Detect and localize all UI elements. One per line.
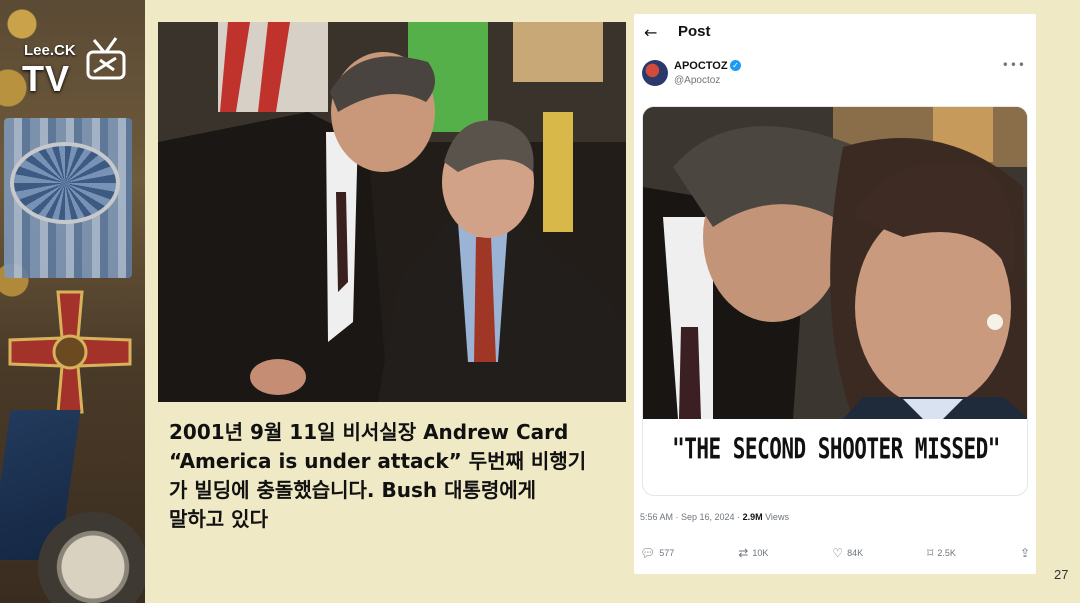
caption-line: 2001년 9월 11일 비서실장 Andrew Card xyxy=(169,420,569,444)
avatar[interactable] xyxy=(642,60,668,86)
display-name[interactable]: APOCTOZ xyxy=(674,60,728,72)
share-icon: ⇪ xyxy=(1019,546,1030,560)
back-arrow-icon[interactable]: ← xyxy=(644,23,657,42)
tweet-actions: 💬︎ 577 ⇄ 10K ♡ 84K ⌑ 2.5K ⇪ xyxy=(640,544,1030,562)
like-count: 84K xyxy=(847,548,864,558)
reply-icon: 💬︎ xyxy=(640,546,656,560)
like-icon: ♡ xyxy=(832,546,844,560)
caption-line: “America is under attack” 두번째 비행기 xyxy=(169,449,587,473)
meme-caption: "THE SECOND SHOOTER MISSED" xyxy=(672,432,1000,466)
reply-button[interactable]: 💬︎ 577 xyxy=(640,546,674,560)
decorative-side-panel: Lee.CK TV xyxy=(0,0,148,603)
caption-line: 가 빌딩에 충돌했습니다. Bush 대통령에게 xyxy=(169,478,537,502)
slide-caption: 2001년 9월 11일 비서실장 Andrew Card “America i… xyxy=(169,418,629,534)
views-label: Views xyxy=(762,512,789,522)
photo-illustration xyxy=(158,22,626,402)
reply-count: 577 xyxy=(659,548,675,558)
channel-logo: Lee.CK TV xyxy=(20,36,130,108)
cross-medal-icon xyxy=(8,290,132,414)
user-handle[interactable]: @Apoctoz xyxy=(674,75,720,86)
tweet-timestamp[interactable]: 5:56 AM · Sep 16, 2024 · xyxy=(640,512,743,522)
logo-small-text: Lee.CK xyxy=(24,42,76,59)
more-icon[interactable]: ••• xyxy=(1002,58,1026,72)
bookmark-count: 2.5K xyxy=(937,548,956,558)
tweet-meta: 5:56 AM · Sep 16, 2024 · 2.9M Views xyxy=(640,512,789,522)
share-button[interactable]: ⇪ xyxy=(1020,546,1030,560)
repost-icon: ⇄ xyxy=(738,546,749,560)
like-button[interactable]: ♡ 84K xyxy=(832,546,863,560)
tweet-card: ← Post APOCTOZ ✓ @Apoctoz ••• "THE SECON… xyxy=(634,14,1036,574)
repost-button[interactable]: ⇄ 10K xyxy=(738,546,768,560)
verified-badge-icon: ✓ xyxy=(730,60,741,71)
bookmark-icon: ⌑ xyxy=(927,546,934,560)
slide-page-number: 27 xyxy=(1054,567,1069,582)
post-title: Post xyxy=(678,23,711,40)
ribbon-rosette xyxy=(10,142,120,224)
caption-line: 말하고 있다 xyxy=(169,507,268,531)
repost-count: 10K xyxy=(752,548,769,558)
meme-photo xyxy=(643,107,1027,419)
tweet-header: ← Post xyxy=(634,14,1036,52)
tv-antenna-icon xyxy=(86,37,126,80)
views-count: 2.9M xyxy=(742,512,763,522)
presentation-slide: 2001년 9월 11일 비서실장 Andrew Card “America i… xyxy=(145,0,1080,603)
bookmark-button[interactable]: ⌑ 2.5K xyxy=(927,546,956,560)
news-photo xyxy=(158,22,626,402)
logo-big-text: TV xyxy=(22,58,71,99)
tweet-image[interactable]: "THE SECOND SHOOTER MISSED" xyxy=(642,106,1028,496)
